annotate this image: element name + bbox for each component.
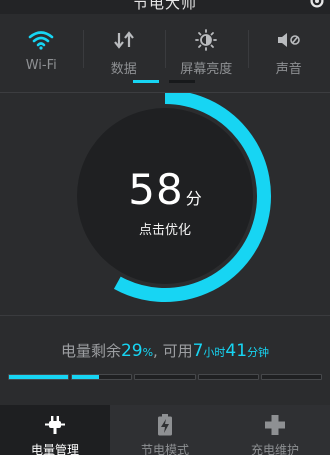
- battery-segment: [8, 374, 70, 380]
- title-bar: 节电大师: [0, 0, 330, 14]
- battery-segment-fill: [9, 375, 69, 379]
- page-dot[interactable]: [169, 80, 195, 83]
- battery-hours: 7: [192, 341, 204, 361]
- battery-bolt-icon: [158, 414, 172, 436]
- nav-saving-mode[interactable]: 节电模式: [110, 405, 220, 455]
- plug-icon: [45, 416, 65, 434]
- score-unit: 分: [185, 189, 202, 208]
- toggle-wifi-label: Wi-Fi: [25, 58, 57, 73]
- divider: [0, 315, 330, 316]
- nav-charging-care-label: 充电维护: [250, 443, 299, 455]
- battery-minutes: 41: [225, 341, 248, 361]
- page-dot-active: [133, 80, 159, 83]
- battery-level-bar: [8, 374, 323, 380]
- toggle-brightness[interactable]: 屏幕亮度: [165, 14, 248, 84]
- toggle-brightness-label: 屏幕亮度: [180, 62, 233, 77]
- nav-charging-care[interactable]: 充电维护: [220, 405, 330, 455]
- battery-segment: [197, 374, 259, 380]
- nav-saving-mode-label: 节电模式: [140, 443, 189, 455]
- battery-segment: [134, 374, 196, 380]
- quick-toggles: Wi-Fi 数据 屏幕亮度 声音: [0, 14, 330, 84]
- plus-icon: [265, 415, 285, 435]
- data-arrows-icon: [113, 31, 134, 49]
- sound-muted-icon: [277, 33, 300, 47]
- toggle-data[interactable]: 数据: [82, 14, 166, 84]
- battery-remaining-text: 电量剩余29%, 可用7小时41分钟: [0, 340, 330, 361]
- battery-segment: [260, 374, 323, 380]
- battery-percent: 29: [120, 341, 143, 361]
- page-indicator: [133, 80, 197, 83]
- battery-mid: , 可用: [153, 342, 193, 360]
- battery-prefix: 电量剩余: [60, 342, 121, 360]
- optimize-button[interactable]: 点击优化: [0, 219, 330, 238]
- battery-segment-fill: [72, 375, 99, 379]
- score-value: 58: [128, 165, 184, 214]
- bottom-nav: 电量管理 节电模式 充电维护: [0, 405, 330, 455]
- toggle-data-label: 数据: [110, 62, 137, 77]
- nav-power-management-label: 电量管理: [30, 443, 79, 455]
- wifi-icon: [28, 31, 54, 50]
- app-title: 节电大师: [132, 0, 197, 12]
- battery-minutes-unit: 分钟: [247, 346, 270, 359]
- score-display[interactable]: 58 分: [0, 165, 330, 214]
- gear-icon[interactable]: [308, 0, 326, 10]
- battery-segment: [71, 374, 133, 380]
- battery-hours-unit: 小时: [203, 346, 226, 359]
- toggle-wifi[interactable]: Wi-Fi: [0, 14, 83, 84]
- toggle-sound-label: 声音: [275, 62, 302, 77]
- toggle-sound[interactable]: 声音: [247, 14, 330, 84]
- nav-power-management[interactable]: 电量管理: [0, 405, 110, 455]
- battery-percent-sign: %: [142, 346, 154, 359]
- brightness-icon: [195, 29, 218, 51]
